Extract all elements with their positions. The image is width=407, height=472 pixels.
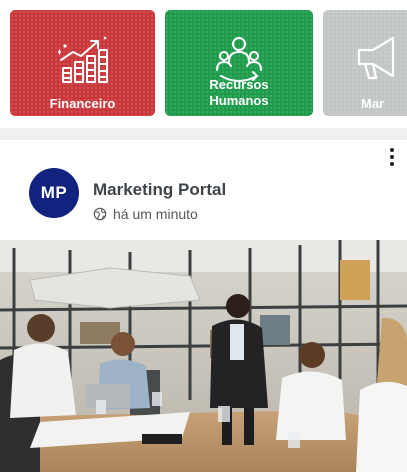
section-divider — [0, 128, 407, 140]
category-label: Recursos Humanos — [209, 77, 269, 108]
more-vertical-icon — [390, 148, 394, 152]
avatar[interactable]: MP — [29, 168, 79, 218]
category-card-marketing[interactable]: Mar — [323, 10, 407, 116]
post-header: MP Marketing Portal há um minuto — [0, 140, 407, 240]
post-time: há um minuto — [113, 206, 198, 222]
post-timestamp-row: há um minuto — [93, 206, 198, 222]
globe-icon — [93, 207, 107, 221]
category-card-recursos-humanos[interactable]: Recursos Humanos — [165, 10, 313, 116]
post-author-name[interactable]: Marketing Portal — [93, 180, 226, 200]
category-label: Mar — [361, 96, 385, 111]
more-options-button[interactable] — [382, 148, 402, 172]
category-label: Financeiro — [49, 96, 116, 111]
megaphone-icon — [349, 32, 407, 88]
category-card-financeiro[interactable]: Financeiro — [10, 10, 155, 116]
category-carousel: Financeiro Recursos Humanos Mar — [0, 0, 407, 128]
finance-chart-icon — [10, 32, 155, 88]
post-image[interactable] — [0, 240, 407, 472]
office-meeting-photo — [0, 240, 407, 472]
